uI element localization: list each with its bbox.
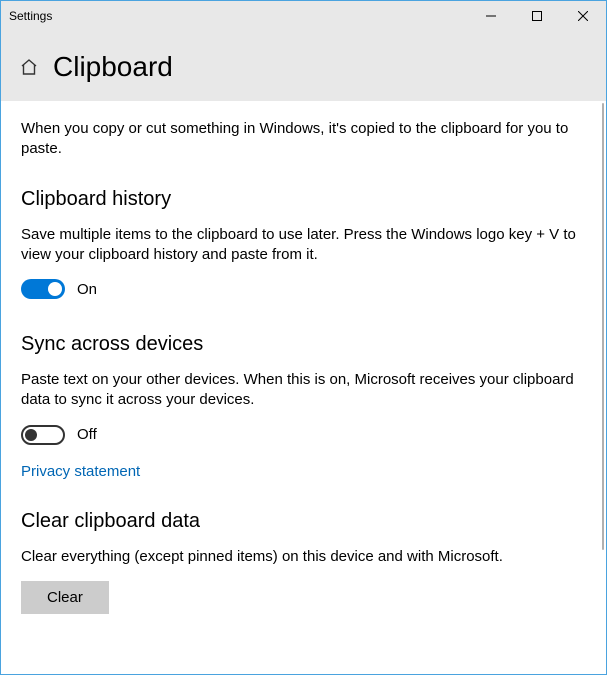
page-header: Clipboard (1, 31, 606, 101)
sync-devices-toggle-row: Off (21, 425, 586, 445)
clear-button[interactable]: Clear (21, 581, 109, 614)
clipboard-history-title: Clipboard history (21, 188, 586, 211)
sync-devices-toggle-label: Off (77, 426, 97, 443)
scrollbar-thumb[interactable] (602, 103, 604, 550)
settings-window: Settings Clipboard When you copy or cut … (0, 0, 607, 675)
sync-devices-toggle[interactable] (21, 425, 65, 445)
maximize-button[interactable] (514, 1, 560, 31)
clipboard-history-desc: Save multiple items to the clipboard to … (21, 225, 586, 266)
clear-data-desc: Clear everything (except pinned items) o… (21, 547, 586, 567)
sync-devices-title: Sync across devices (21, 333, 586, 356)
minimize-button[interactable] (468, 1, 514, 31)
page-title: Clipboard (53, 51, 173, 83)
privacy-statement-link[interactable]: Privacy statement (21, 463, 140, 480)
sync-devices-desc: Paste text on your other devices. When t… (21, 370, 586, 411)
window-title: Settings (9, 9, 52, 23)
titlebar: Settings (1, 1, 606, 31)
clipboard-history-toggle[interactable] (21, 279, 65, 299)
home-icon[interactable] (19, 57, 39, 77)
clear-data-title: Clear clipboard data (21, 510, 586, 533)
content-area: When you copy or cut something in Window… (1, 101, 606, 674)
intro-text: When you copy or cut something in Window… (21, 119, 586, 160)
clipboard-history-toggle-label: On (77, 281, 97, 298)
close-button[interactable] (560, 1, 606, 31)
clipboard-history-toggle-row: On (21, 279, 586, 299)
